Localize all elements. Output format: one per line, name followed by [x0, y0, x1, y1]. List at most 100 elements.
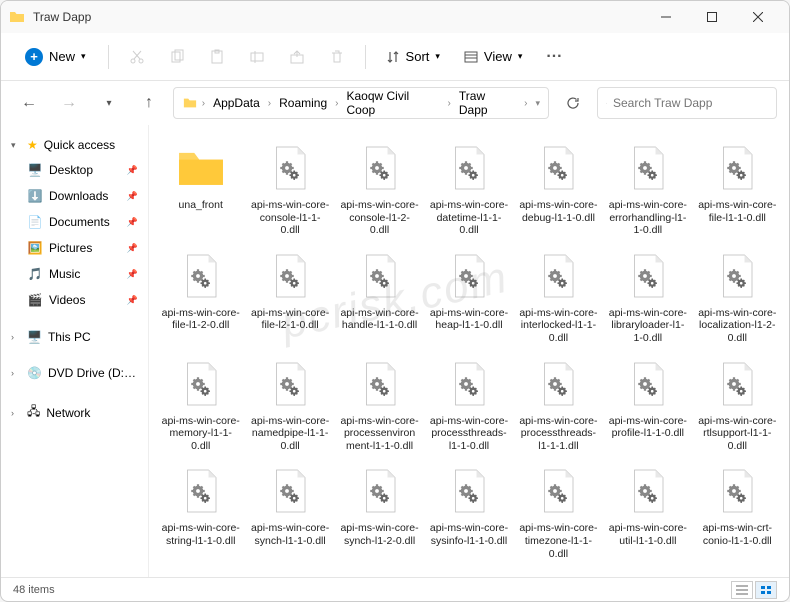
file-label: api-ms-win-core-util-l1-1-0.dll	[608, 522, 687, 547]
file-item[interactable]: api-ms-win-core-timezone-l1-1-0.dll	[515, 460, 602, 564]
file-label: api-ms-win-crt-conio-l1-1-0.dll	[698, 522, 777, 547]
dll-file-icon	[621, 249, 675, 303]
refresh-button[interactable]	[557, 87, 589, 119]
downloads-icon: ⬇️	[27, 188, 43, 204]
dll-file-icon	[174, 357, 228, 411]
chevron-down-icon[interactable]: ▾	[93, 87, 125, 119]
quick-access[interactable]: ▾ ★ Quick access	[5, 133, 144, 157]
sidebar-item-videos[interactable]: 🎬Videos📌	[5, 287, 144, 313]
dll-file-icon	[531, 141, 585, 195]
icons-view-button[interactable]	[755, 581, 777, 599]
dll-file-icon	[174, 464, 228, 518]
folder-item[interactable]: una_front	[157, 137, 244, 241]
file-item[interactable]: api-ms-win-core-debug-l1-1-0.dll	[515, 137, 602, 241]
close-button[interactable]	[735, 1, 781, 33]
folder-icon	[9, 9, 25, 25]
file-item[interactable]: api-ms-win-core-file-l2-1-0.dll	[246, 245, 333, 349]
dll-file-icon	[531, 249, 585, 303]
sidebar-item-label: Desktop	[49, 163, 93, 177]
sidebar-item-label: Music	[49, 267, 80, 281]
file-item[interactable]: api-ms-win-core-localization-l1-2-0.dll	[694, 245, 781, 349]
pin-icon: 📌	[127, 269, 138, 280]
dll-file-icon	[263, 249, 317, 303]
network[interactable]: › 🖧 Network	[5, 397, 144, 428]
sidebar-item-documents[interactable]: 📄Documents📌	[5, 209, 144, 235]
file-item[interactable]: api-ms-win-core-namedpipe-l1-1-0.dll	[246, 353, 333, 457]
file-item[interactable]: api-ms-win-core-sysinfo-l1-1-0.dll	[425, 460, 512, 564]
file-item[interactable]: api-ms-win-core-console-l1-2-0.dll	[336, 137, 423, 241]
file-item[interactable]: api-ms-win-core-file-l1-1-0.dll	[694, 137, 781, 241]
file-item[interactable]: api-ms-win-core-memory-l1-1-0.dll	[157, 353, 244, 457]
breadcrumb-item[interactable]: Kaoqw Civil Coop	[342, 87, 443, 119]
file-label: api-ms-win-core-profile-l1-1-0.dll	[608, 415, 687, 440]
dvd-drive[interactable]: › 💿 DVD Drive (D:) CCCC	[5, 361, 144, 385]
dll-file-icon	[174, 249, 228, 303]
breadcrumb-item[interactable]: Traw Dapp	[455, 87, 520, 119]
file-label: api-ms-win-core-localization-l1-2-0.dll	[698, 307, 777, 345]
file-item[interactable]: api-ms-win-core-interlocked-l1-1-0.dll	[515, 245, 602, 349]
search-input[interactable]	[613, 96, 768, 110]
up-button[interactable]: ↑	[133, 87, 165, 119]
breadcrumb-item[interactable]: Roaming	[275, 94, 331, 112]
file-label: una_front	[179, 199, 223, 212]
file-label: api-ms-win-core-handle-l1-1-0.dll	[340, 307, 419, 332]
more-button[interactable]: ···	[536, 39, 572, 75]
file-item[interactable]: api-ms-win-core-heap-l1-1-0.dll	[425, 245, 512, 349]
file-label: api-ms-win-core-file-l1-2-0.dll	[161, 307, 240, 332]
chevron-down-icon: ▾	[11, 140, 21, 151]
file-item[interactable]: api-ms-win-core-libraryloader-l1-1-0.dll	[604, 245, 691, 349]
file-item[interactable]: api-ms-win-core-synch-l1-2-0.dll	[336, 460, 423, 564]
plus-icon: +	[25, 48, 43, 66]
file-item[interactable]: api-ms-win-core-synch-l1-1-0.dll	[246, 460, 333, 564]
new-label: New	[49, 49, 75, 64]
file-item[interactable]: api-ms-win-core-file-l1-2-0.dll	[157, 245, 244, 349]
dll-file-icon	[353, 249, 407, 303]
file-item[interactable]: api-ms-win-core-processthreads-l1-1-0.dl…	[425, 353, 512, 457]
file-item[interactable]: api-ms-win-crt-conio-l1-1-0.dll	[694, 460, 781, 564]
sort-button[interactable]: Sort ▾	[376, 43, 450, 70]
file-grid: una_front api-ms-win-core-console-l1-1-0.…	[149, 125, 789, 577]
file-label: api-ms-win-core-interlocked-l1-1-0.dll	[519, 307, 598, 345]
new-button[interactable]: + New ▾	[13, 42, 98, 72]
sidebar-item-pictures[interactable]: 🖼️Pictures📌	[5, 235, 144, 261]
sidebar-item-label: Downloads	[49, 189, 108, 203]
file-item[interactable]: api-ms-win-core-datetime-l1-1-0.dll	[425, 137, 512, 241]
pin-icon: 📌	[127, 217, 138, 228]
file-label: api-ms-win-core-datetime-l1-1-0.dll	[429, 199, 508, 237]
sidebar-item-music[interactable]: 🎵Music📌	[5, 261, 144, 287]
cut-button	[119, 39, 155, 75]
dll-file-icon	[353, 464, 407, 518]
breadcrumb-item[interactable]: AppData	[209, 94, 264, 112]
file-item[interactable]: api-ms-win-core-util-l1-1-0.dll	[604, 460, 691, 564]
file-item[interactable]: api-ms-win-core-rtlsupport-l1-1-0.dll	[694, 353, 781, 457]
file-item[interactable]: api-ms-win-core-profile-l1-1-0.dll	[604, 353, 691, 457]
view-button[interactable]: View ▾	[454, 43, 532, 70]
search-box[interactable]	[597, 87, 777, 119]
star-icon: ★	[27, 138, 38, 152]
maximize-button[interactable]	[689, 1, 735, 33]
this-pc[interactable]: › 🖥️ This PC	[5, 325, 144, 349]
file-item[interactable]: api-ms-win-core-console-l1-1-0.dll	[246, 137, 333, 241]
file-item[interactable]: api-ms-win-core-processenvironment-l1-1-…	[336, 353, 423, 457]
dll-file-icon	[353, 141, 407, 195]
back-button[interactable]: ←	[13, 87, 45, 119]
dll-file-icon	[621, 464, 675, 518]
sidebar-item-desktop[interactable]: 🖥️Desktop📌	[5, 157, 144, 183]
pin-icon: 📌	[127, 191, 138, 202]
file-item[interactable]: api-ms-win-core-string-l1-1-0.dll	[157, 460, 244, 564]
pin-icon: 📌	[127, 165, 138, 176]
chevron-down-icon[interactable]: ▾	[535, 98, 540, 109]
file-label: api-ms-win-core-processenvironment-l1-1-…	[340, 415, 419, 453]
details-view-button[interactable]	[731, 581, 753, 599]
sidebar-item-label: Pictures	[49, 241, 92, 255]
chevron-down-icon: ▾	[435, 51, 440, 62]
breadcrumb[interactable]: › AppData› Roaming› Kaoqw Civil Coop› Tr…	[173, 87, 549, 119]
sidebar-item-downloads[interactable]: ⬇️ Downloads 📌	[5, 183, 144, 209]
file-label: api-ms-win-core-synch-l1-2-0.dll	[340, 522, 419, 547]
file-item[interactable]: api-ms-win-core-processthreads-l1-1-1.dl…	[515, 353, 602, 457]
network-icon: 🖧	[27, 402, 40, 423]
minimize-button[interactable]	[643, 1, 689, 33]
file-item[interactable]: api-ms-win-core-handle-l1-1-0.dll	[336, 245, 423, 349]
chevron-right-icon: ›	[11, 368, 21, 378]
file-item[interactable]: api-ms-win-core-errorhandling-l1-1-0.dll	[604, 137, 691, 241]
